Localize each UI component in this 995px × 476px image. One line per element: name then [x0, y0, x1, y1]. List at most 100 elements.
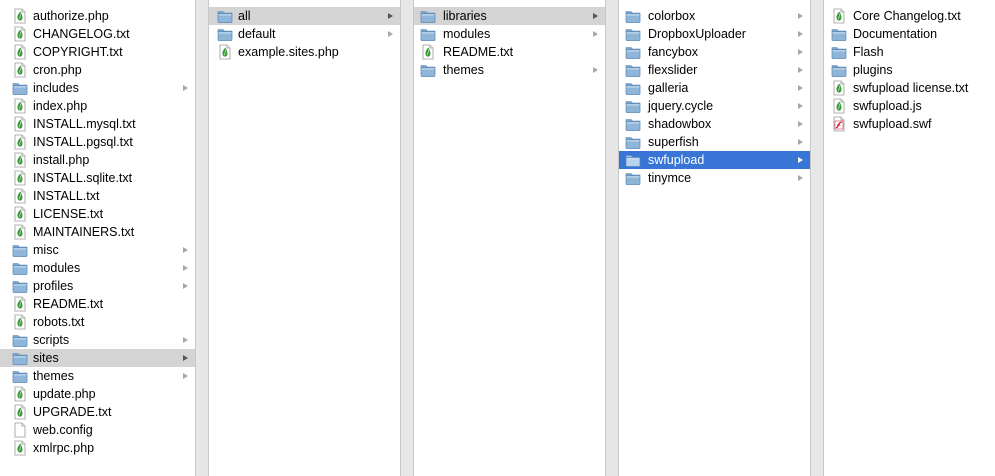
disclosure-arrow-icon	[181, 367, 189, 385]
folder-icon	[831, 44, 847, 60]
file-row[interactable]: CHANGELOG.txt	[0, 25, 195, 43]
file-row[interactable]: swfupload license.txt	[824, 79, 995, 97]
drupal-file-icon	[12, 440, 28, 456]
folder-icon	[12, 260, 28, 276]
column-divider[interactable]	[605, 0, 619, 476]
file-row[interactable]: web.config	[0, 421, 195, 439]
folder-row[interactable]: colorbox	[619, 7, 810, 25]
disclosure-arrow-icon	[796, 61, 804, 79]
item-label: scripts	[33, 333, 70, 347]
file-row[interactable]: cron.php	[0, 61, 195, 79]
file-row[interactable]: README.txt	[0, 295, 195, 313]
folder-row[interactable]: Flash	[824, 43, 995, 61]
item-label: Core Changelog.txt	[853, 9, 961, 23]
disclosure-arrow-icon	[796, 43, 804, 61]
item-label: fancybox	[648, 45, 699, 59]
disclosure-arrow-icon	[181, 241, 189, 259]
file-row[interactable]: INSTALL.txt	[0, 187, 195, 205]
column-swfupload: Core Changelog.txt Documentation Flash plug…	[824, 0, 995, 476]
folder-icon	[831, 62, 847, 78]
drupal-file-icon	[12, 314, 28, 330]
file-row[interactable]: index.php	[0, 97, 195, 115]
item-label: INSTALL.mysql.txt	[33, 117, 136, 131]
folder-row[interactable]: includes	[0, 79, 195, 97]
item-label: update.php	[33, 387, 96, 401]
drupal-file-icon	[831, 8, 847, 24]
folder-icon	[625, 170, 641, 186]
folder-row[interactable]: shadowbox	[619, 115, 810, 133]
file-row[interactable]: COPYRIGHT.txt	[0, 43, 195, 61]
file-row[interactable]: authorize.php	[0, 7, 195, 25]
folder-row[interactable]: libraries	[414, 7, 605, 25]
folder-row[interactable]: profiles	[0, 277, 195, 295]
drupal-file-icon	[12, 296, 28, 312]
file-row[interactable]: xmlrpc.php	[0, 439, 195, 457]
file-row[interactable]: INSTALL.mysql.txt	[0, 115, 195, 133]
folder-row[interactable]: jquery.cycle	[619, 97, 810, 115]
file-row[interactable]: robots.txt	[0, 313, 195, 331]
folder-row[interactable]: galleria	[619, 79, 810, 97]
file-row[interactable]: swfupload.swf	[824, 115, 995, 133]
folder-icon	[625, 152, 641, 168]
folder-row[interactable]: misc	[0, 241, 195, 259]
disclosure-arrow-icon	[591, 25, 599, 43]
column-divider[interactable]	[400, 0, 414, 476]
item-label: flexslider	[648, 63, 698, 77]
folder-row[interactable]: themes	[414, 61, 605, 79]
item-label: themes	[33, 369, 74, 383]
drupal-file-icon	[12, 26, 28, 42]
folder-icon	[625, 26, 641, 42]
file-row[interactable]: MAINTAINERS.txt	[0, 223, 195, 241]
file-row[interactable]: README.txt	[414, 43, 605, 61]
folder-row[interactable]: scripts	[0, 331, 195, 349]
folder-row[interactable]: default	[209, 25, 400, 43]
disclosure-arrow-icon	[796, 151, 804, 169]
folder-icon	[217, 8, 233, 24]
folder-row[interactable]: fancybox	[619, 43, 810, 61]
file-row[interactable]: update.php	[0, 385, 195, 403]
folder-row[interactable]: swfupload	[619, 151, 810, 169]
folder-row[interactable]: all	[209, 7, 400, 25]
file-row[interactable]: install.php	[0, 151, 195, 169]
file-row[interactable]: example.sites.php	[209, 43, 400, 61]
item-label: COPYRIGHT.txt	[33, 45, 123, 59]
column-divider[interactable]	[810, 0, 824, 476]
folder-row[interactable]: superfish	[619, 133, 810, 151]
column-border	[195, 0, 196, 476]
item-label: modules	[443, 27, 491, 41]
file-row[interactable]: LICENSE.txt	[0, 205, 195, 223]
folder-icon	[12, 80, 28, 96]
file-row[interactable]: UPGRADE.txt	[0, 403, 195, 421]
disclosure-arrow-icon	[796, 169, 804, 187]
item-label: index.php	[33, 99, 88, 113]
folder-row[interactable]: flexslider	[619, 61, 810, 79]
folder-row[interactable]: modules	[414, 25, 605, 43]
item-label: swfupload.js	[853, 99, 922, 113]
column-divider[interactable]	[195, 0, 209, 476]
folder-row[interactable]: themes	[0, 367, 195, 385]
file-row[interactable]: swfupload.js	[824, 97, 995, 115]
drupal-file-icon	[12, 224, 28, 240]
drupal-file-icon	[831, 98, 847, 114]
folder-icon	[420, 62, 436, 78]
drupal-file-icon	[12, 44, 28, 60]
file-row[interactable]: Core Changelog.txt	[824, 7, 995, 25]
file-row[interactable]: INSTALL.pgsql.txt	[0, 133, 195, 151]
folder-row[interactable]: tinymce	[619, 169, 810, 187]
drupal-file-icon	[12, 170, 28, 186]
blank-document-icon	[12, 422, 28, 438]
item-label: INSTALL.txt	[33, 189, 100, 203]
folder-row[interactable]: DropboxUploader	[619, 25, 810, 43]
item-label: Flash	[853, 45, 884, 59]
item-label: DropboxUploader	[648, 27, 746, 41]
folder-row[interactable]: modules	[0, 259, 195, 277]
column-sites: all default example.sites.php	[209, 0, 400, 476]
folder-row[interactable]: sites	[0, 349, 195, 367]
item-label: default	[238, 27, 276, 41]
folder-row[interactable]: Documentation	[824, 25, 995, 43]
folder-row[interactable]: plugins	[824, 61, 995, 79]
file-row[interactable]: INSTALL.sqlite.txt	[0, 169, 195, 187]
folder-icon	[625, 134, 641, 150]
drupal-file-icon	[12, 152, 28, 168]
item-label: cron.php	[33, 63, 82, 77]
